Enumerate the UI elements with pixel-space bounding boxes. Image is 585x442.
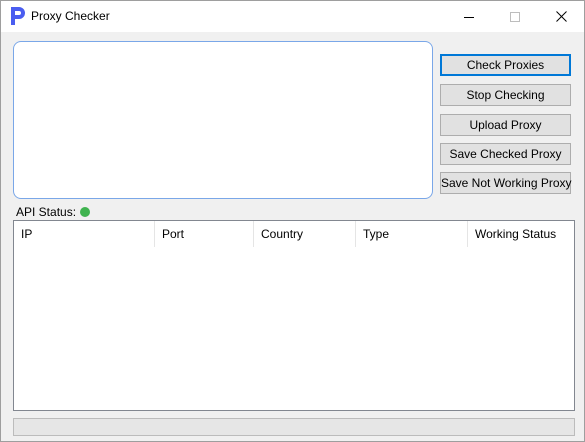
progress-bar bbox=[13, 418, 575, 436]
window-title: Proxy Checker bbox=[31, 9, 110, 23]
check-proxies-button[interactable]: Check Proxies bbox=[440, 54, 571, 76]
title-bar[interactable]: Proxy Checker bbox=[1, 1, 584, 32]
save-checked-proxy-button[interactable]: Save Checked Proxy bbox=[440, 143, 571, 165]
close-icon bbox=[555, 11, 567, 22]
upload-proxy-button[interactable]: Upload Proxy bbox=[440, 114, 571, 136]
api-status-label: API Status: bbox=[16, 205, 77, 219]
save-not-working-proxy-button[interactable]: Save Not Working Proxy bbox=[440, 172, 572, 194]
column-header-working-status[interactable]: Working Status bbox=[468, 221, 574, 247]
maximize-icon bbox=[510, 11, 520, 22]
minimize-icon bbox=[464, 16, 474, 18]
column-header-port[interactable]: Port bbox=[155, 221, 254, 247]
proxy-results-table[interactable]: IP Port Country Type Working Status bbox=[13, 220, 575, 411]
column-header-type[interactable]: Type bbox=[356, 221, 468, 247]
close-button[interactable] bbox=[538, 1, 584, 32]
letter-p-icon bbox=[9, 5, 27, 27]
maximize-button[interactable] bbox=[492, 1, 538, 32]
api-status: API Status: bbox=[16, 205, 91, 219]
stop-checking-button[interactable]: Stop Checking bbox=[440, 84, 571, 106]
column-header-country[interactable]: Country bbox=[254, 221, 356, 247]
status-indicator-icon bbox=[80, 207, 91, 217]
column-header-ip[interactable]: IP bbox=[14, 221, 155, 247]
proxy-input-textarea[interactable] bbox=[13, 41, 433, 199]
app-window: Proxy Checker Check Proxies Stop Checkin… bbox=[0, 0, 585, 442]
minimize-button[interactable] bbox=[446, 1, 492, 32]
table-header: IP Port Country Type Working Status bbox=[14, 221, 574, 247]
